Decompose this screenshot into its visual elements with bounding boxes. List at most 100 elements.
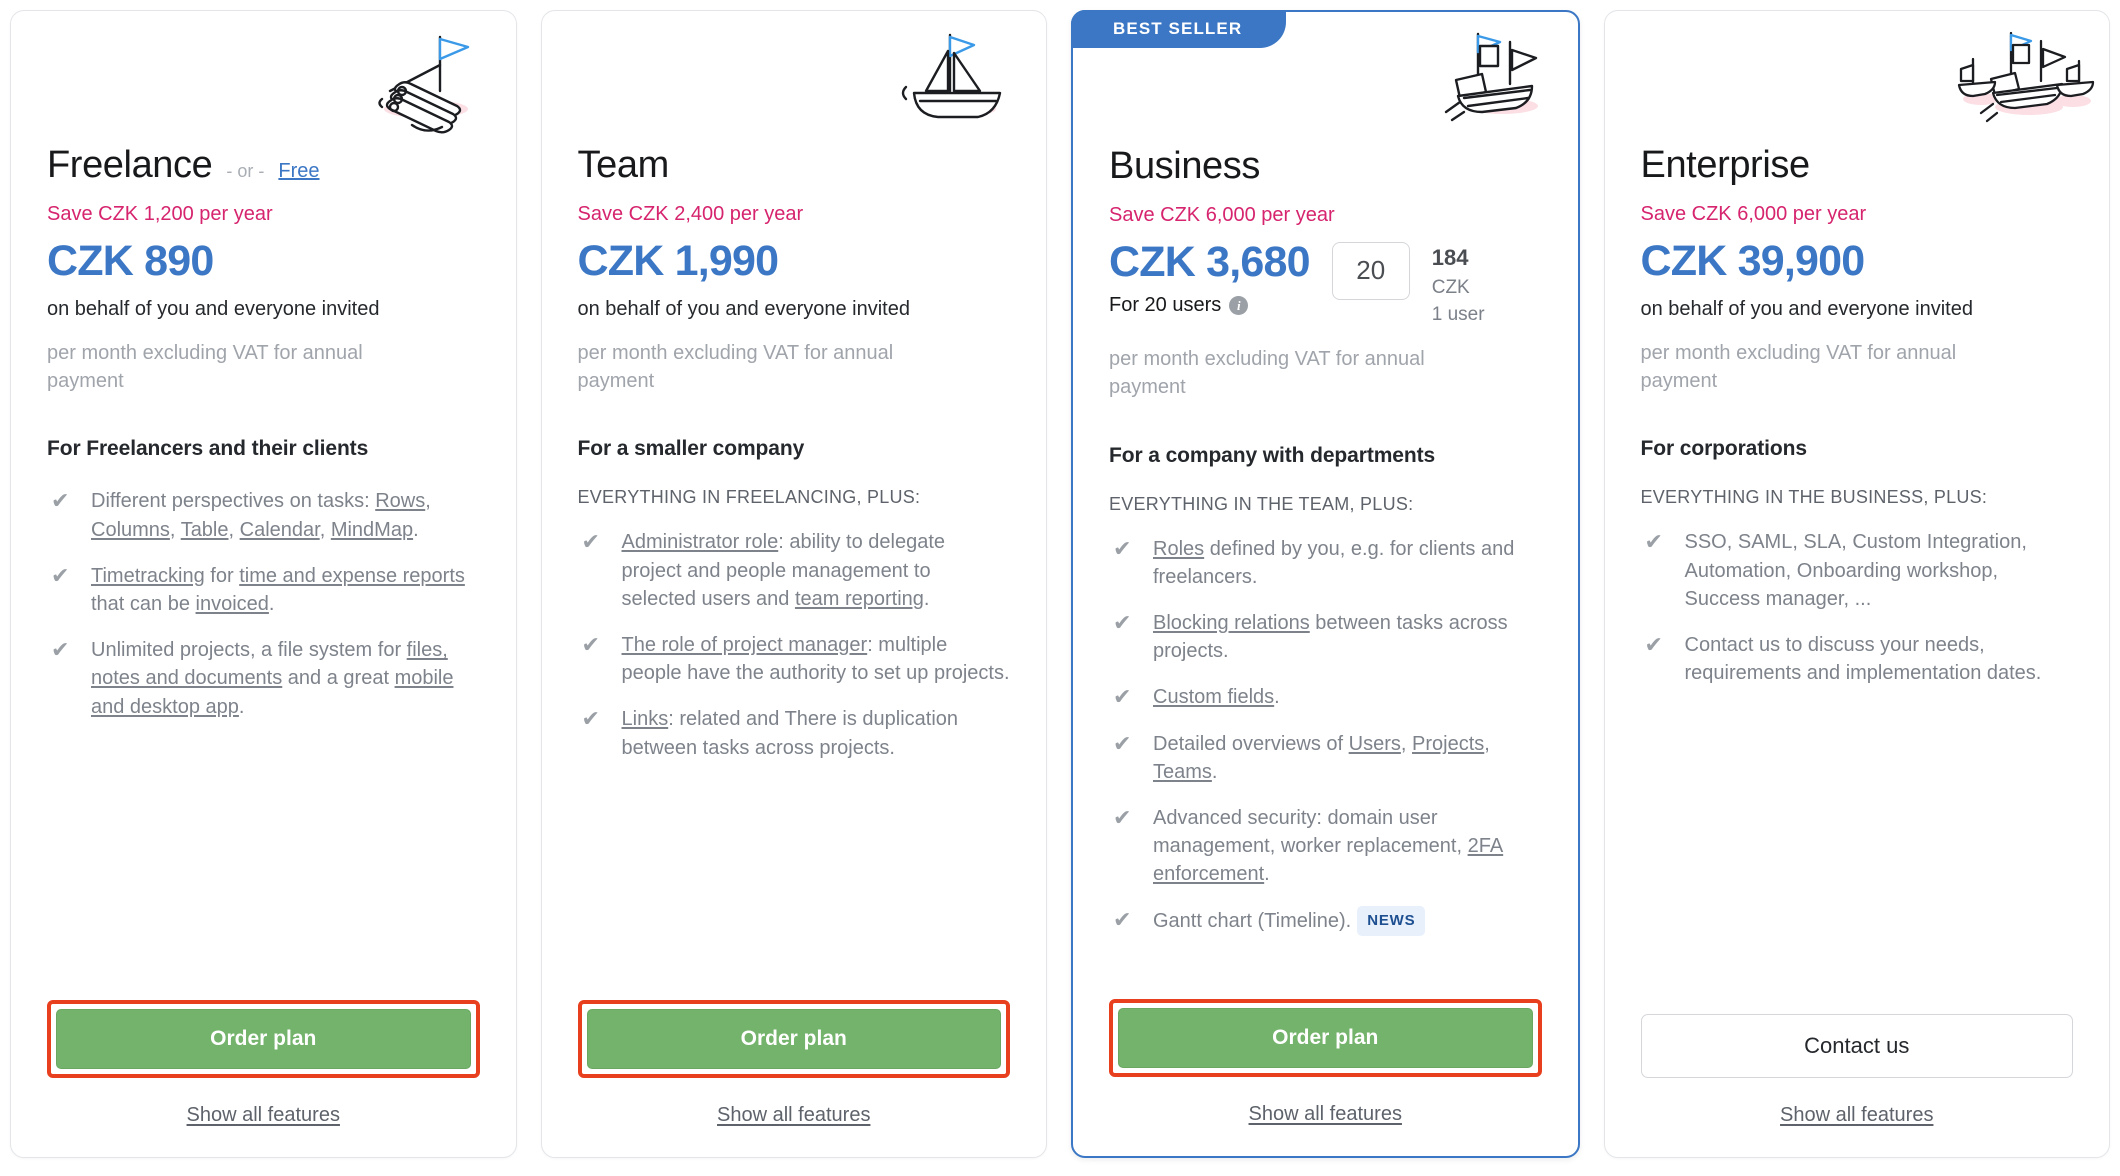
order-plan-button[interactable]: Order plan (56, 1009, 471, 1069)
card-footer: Order plan Show all features (47, 1000, 480, 1157)
features-kicker: EVERYTHING IN THE BUSINESS, PLUS: (1640, 487, 1988, 508)
show-all-features-link[interactable]: Show all features (47, 1104, 480, 1127)
save-label: Save CZK 6,000 per year (1109, 203, 1335, 226)
plan-header: Enterprise Save CZK 6,000 per year CZK 3… (1640, 144, 2074, 395)
seat-count-input[interactable]: 20 (1331, 241, 1410, 300)
feature-link-projects[interactable]: Projects (1412, 733, 1484, 755)
feature-link-blocking-relations[interactable]: Blocking relations (1153, 612, 1310, 634)
raft-illustration (354, 25, 494, 135)
pricing-plans-grid: Freelance - or - Free Save CZK 1,200 per… (0, 0, 2120, 1176)
feature-link-links[interactable]: Links (622, 708, 669, 730)
check-icon: ✔ (581, 632, 600, 658)
features-kicker: EVERYTHING IN FREELANCING, PLUS: (577, 487, 921, 508)
feature-item: ✔ Administrator role: ability to delegat… (581, 529, 946, 610)
cta-highlight-frame: Order plan (47, 1000, 480, 1078)
ship-illustration (1416, 26, 1556, 136)
price-row: CZK 1,990 (578, 237, 1011, 287)
plan-card-team: Team Save CZK 2,400 per year CZK 1,990 o… (540, 10, 1047, 1158)
price-row: CZK 890 (47, 237, 480, 287)
contact-us-button[interactable]: Contact us (1640, 1014, 2073, 1078)
sailboat-illustration (884, 25, 1024, 135)
feature-link-users[interactable]: Users (1349, 733, 1401, 755)
feature-item: ✔ Blocking relations between tasks acros… (1113, 609, 1508, 663)
features-section: For a smaller company EVERYTHING IN FREE… (578, 437, 1011, 779)
plan-title: Business (1109, 145, 1260, 187)
feature-item: ✔ The role of project manager: multiple … (581, 632, 1010, 685)
feature-link-invoiced[interactable]: invoiced (196, 593, 269, 615)
feature-link-columns[interactable]: Columns (91, 519, 170, 541)
order-plan-button[interactable]: Order plan (586, 1009, 1001, 1069)
feature-link-custom-fields[interactable]: Custom fields (1153, 686, 1274, 708)
plan-price: CZK 3,680 (1109, 237, 1311, 286)
plan-card-freelance: Freelance - or - Free Save CZK 1,200 per… (10, 10, 517, 1158)
feature-link-2fa-enforcement[interactable]: 2FA enforcement (1153, 835, 1503, 885)
price-block: CZK 3,680 For 20 users i (1109, 237, 1311, 317)
for-users-label: For 20 users (1109, 293, 1222, 316)
features-kicker: EVERYTHING IN THE TEAM, PLUS: (1109, 493, 1414, 514)
check-icon: ✔ (1644, 529, 1663, 555)
feature-list: ✔ SSO, SAML, SLA, Custom Integration, Au… (1641, 528, 2074, 687)
plan-title: Team (577, 144, 670, 186)
features-heading: For corporations (1640, 437, 1808, 461)
unit-price-block: 184 CZK 1 user (1432, 242, 1485, 329)
check-icon: ✔ (51, 488, 70, 514)
feature-text: SSO, SAML, SLA, Custom Integration, Auto… (1684, 531, 2027, 610)
feature-link-teams[interactable]: Teams (1153, 761, 1212, 783)
check-icon: ✔ (1113, 730, 1132, 756)
free-plan-link[interactable]: Free (278, 160, 319, 183)
best-seller-badge: BEST SELLER (1071, 10, 1287, 49)
plan-price: CZK 39,900 (1640, 236, 1866, 285)
check-icon: ✔ (1113, 907, 1132, 933)
feature-link-administrator-role[interactable]: Administrator role (622, 531, 779, 553)
show-all-features-link[interactable]: Show all features (1109, 1103, 1542, 1126)
feature-link-mindmap[interactable]: MindMap (331, 519, 413, 541)
feature-link-rows[interactable]: Rows (375, 490, 425, 512)
plan-header: Team Save CZK 2,400 per year CZK 1,990 o… (577, 144, 1011, 395)
plan-title: Freelance (47, 144, 213, 186)
price-block: CZK 890 (47, 237, 214, 287)
plan-title: Enterprise (1640, 144, 1811, 186)
feature-link-team-reporting[interactable]: team reporting (795, 588, 924, 610)
feature-list: ✔ Roles defined by you, e.g. for clients… (1109, 535, 1542, 936)
unit-price-amount: 184 (1431, 244, 1469, 270)
card-footer: Order plan Show all features (1109, 999, 1542, 1156)
feature-item: ✔ SSO, SAML, SLA, Custom Integration, Au… (1641, 528, 2074, 613)
check-icon: ✔ (1113, 535, 1132, 561)
save-label: Save CZK 1,200 per year (47, 202, 273, 225)
show-all-features-link[interactable]: Show all features (1641, 1104, 2074, 1127)
features-section: For a company with departments EVERYTHIN… (1109, 444, 1542, 954)
price-behalf-label: on behalf of you and everyone invited (577, 297, 910, 320)
news-badge: NEWS (1357, 906, 1426, 936)
feature-link-table[interactable]: Table (181, 519, 229, 541)
price-block: CZK 39,900 (1640, 236, 1866, 287)
feature-link-time-expense-reports[interactable]: time and expense reports (239, 565, 465, 587)
feature-item: ✔ Roles defined by you, e.g. for clients… (1113, 535, 1515, 588)
price-note: per month excluding VAT for annual payme… (1109, 347, 1425, 399)
price-block: CZK 1,990 (577, 236, 780, 287)
feature-link-calendar[interactable]: Calendar (240, 519, 320, 541)
price-note: per month excluding VAT for annual payme… (1640, 341, 1957, 393)
check-icon: ✔ (581, 706, 600, 732)
feature-list: ✔ Different perspectives on tasks: Rows,… (47, 487, 480, 720)
plan-header: Business Save CZK 6,000 per year CZK 3,6… (1109, 145, 1542, 402)
price-row: CZK 39,900 (1641, 237, 2074, 287)
feature-text-gantt: Gantt chart (Timeline). (1153, 910, 1352, 933)
info-icon[interactable]: i (1229, 295, 1249, 315)
feature-item: ✔ Unlimited projects, a file system for … (51, 637, 454, 718)
price-behalf-label: on behalf of you and everyone invited (1640, 297, 1973, 320)
order-plan-button[interactable]: Order plan (1118, 1008, 1533, 1068)
plan-price: CZK 1,990 (577, 236, 780, 285)
show-all-features-link[interactable]: Show all features (578, 1104, 1011, 1127)
price-behalf-label: on behalf of you and everyone invited (47, 297, 380, 320)
save-label: Save CZK 6,000 per year (1640, 202, 1867, 225)
price-row: CZK 3,680 For 20 users i 20 184 CZK 1 us… (1109, 238, 1542, 329)
feature-link-project-manager-role[interactable]: The role of project manager (622, 634, 868, 656)
plan-title-row: Business (1109, 145, 1542, 188)
feature-item: ✔ Links: related and There is duplicatio… (581, 706, 959, 759)
save-label: Save CZK 2,400 per year (577, 202, 804, 225)
feature-text: Contact us to discuss your needs, requir… (1684, 634, 2042, 685)
features-section: For corporations EVERYTHING IN THE BUSIN… (1641, 437, 2074, 705)
features-heading: For a smaller company (577, 437, 805, 461)
feature-link-roles[interactable]: Roles (1153, 538, 1204, 560)
feature-link-timetracking[interactable]: Timetracking (91, 565, 205, 587)
